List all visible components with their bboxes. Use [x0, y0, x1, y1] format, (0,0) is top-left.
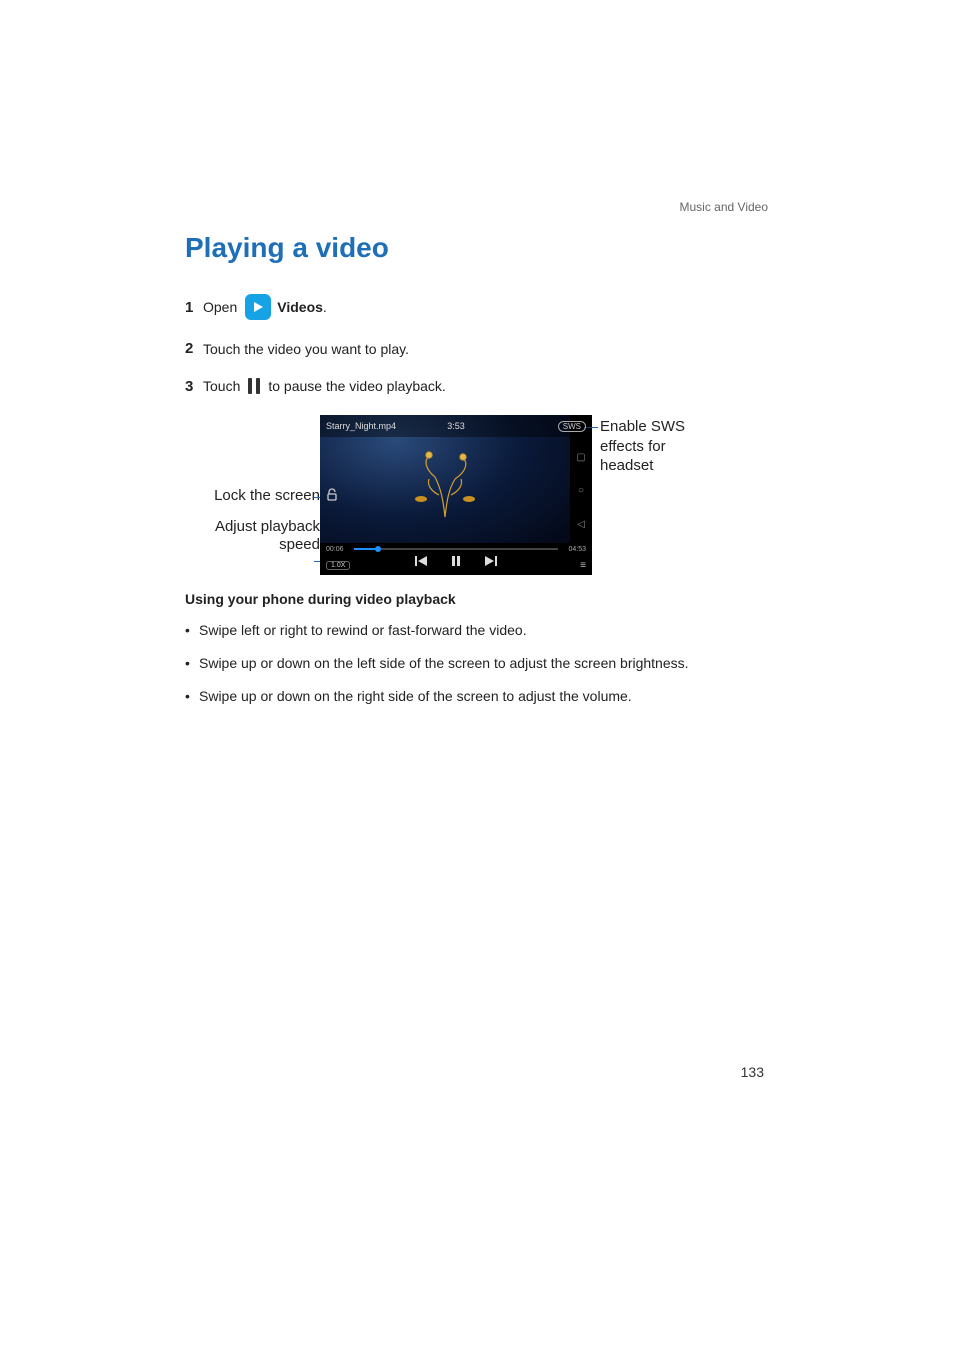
nav-home-icon[interactable]: ○ — [578, 485, 584, 496]
sws-toggle[interactable]: SWS — [558, 421, 586, 432]
step-3: 3 Touch to pause the video playback. — [185, 377, 764, 395]
time-total: 04:53 — [564, 546, 586, 553]
breadcrumb: Music and Video — [185, 200, 768, 214]
next-icon[interactable] — [485, 553, 497, 571]
progress-bar[interactable] — [354, 548, 558, 550]
list-item: Swipe up or down on the left side of the… — [199, 654, 764, 673]
page-title: Playing a video — [185, 232, 764, 264]
subheading: Using your phone during video playback — [185, 591, 764, 607]
pause-icon — [248, 377, 260, 395]
step-1-post: . — [323, 299, 327, 315]
list-item: Swipe left or right to rewind or fast-fo… — [199, 621, 764, 640]
lock-screen-button[interactable] — [324, 487, 340, 503]
videos-app-icon — [245, 294, 271, 320]
time-current: 00:06 — [326, 546, 348, 553]
step-1-pre: Open — [203, 299, 237, 315]
list-item: Swipe up or down on the right side of th… — [199, 687, 764, 706]
step-3-number: 3 — [185, 378, 203, 395]
step-3-post: to pause the video playback. — [268, 378, 445, 394]
play-pause-icon[interactable] — [451, 553, 461, 571]
callout-speed-label: Adjust playback speed — [185, 518, 320, 554]
step-2-text: Touch the video you want to play. — [203, 341, 409, 357]
step-3-pre: Touch — [203, 378, 240, 394]
step-2: 2 Touch the video you want to play. — [185, 340, 764, 357]
video-player: Starry_Night.mp4 3:53 SWS — [320, 415, 592, 575]
page-number: 133 — [741, 1064, 764, 1080]
callout-lock-label: Lock the screen — [214, 487, 320, 504]
player-figure: Lock the screen Adjust playback speed St… — [185, 415, 764, 575]
tips-list: Swipe left or right to rewind or fast-fo… — [185, 621, 764, 706]
video-content-art — [405, 449, 485, 519]
step-1-app: Videos — [277, 299, 323, 315]
step-1: 1 Open Videos. — [185, 294, 764, 320]
nav-back-icon[interactable]: ◁ — [577, 519, 585, 530]
nav-recent-icon[interactable]: ▢ — [576, 452, 585, 463]
callout-sws-label: Enable SWS effects for headset — [600, 417, 722, 476]
step-2-number: 2 — [185, 340, 203, 357]
step-1-number: 1 — [185, 299, 203, 316]
player-clock: 3:53 — [320, 421, 592, 431]
previous-icon[interactable] — [415, 553, 427, 571]
